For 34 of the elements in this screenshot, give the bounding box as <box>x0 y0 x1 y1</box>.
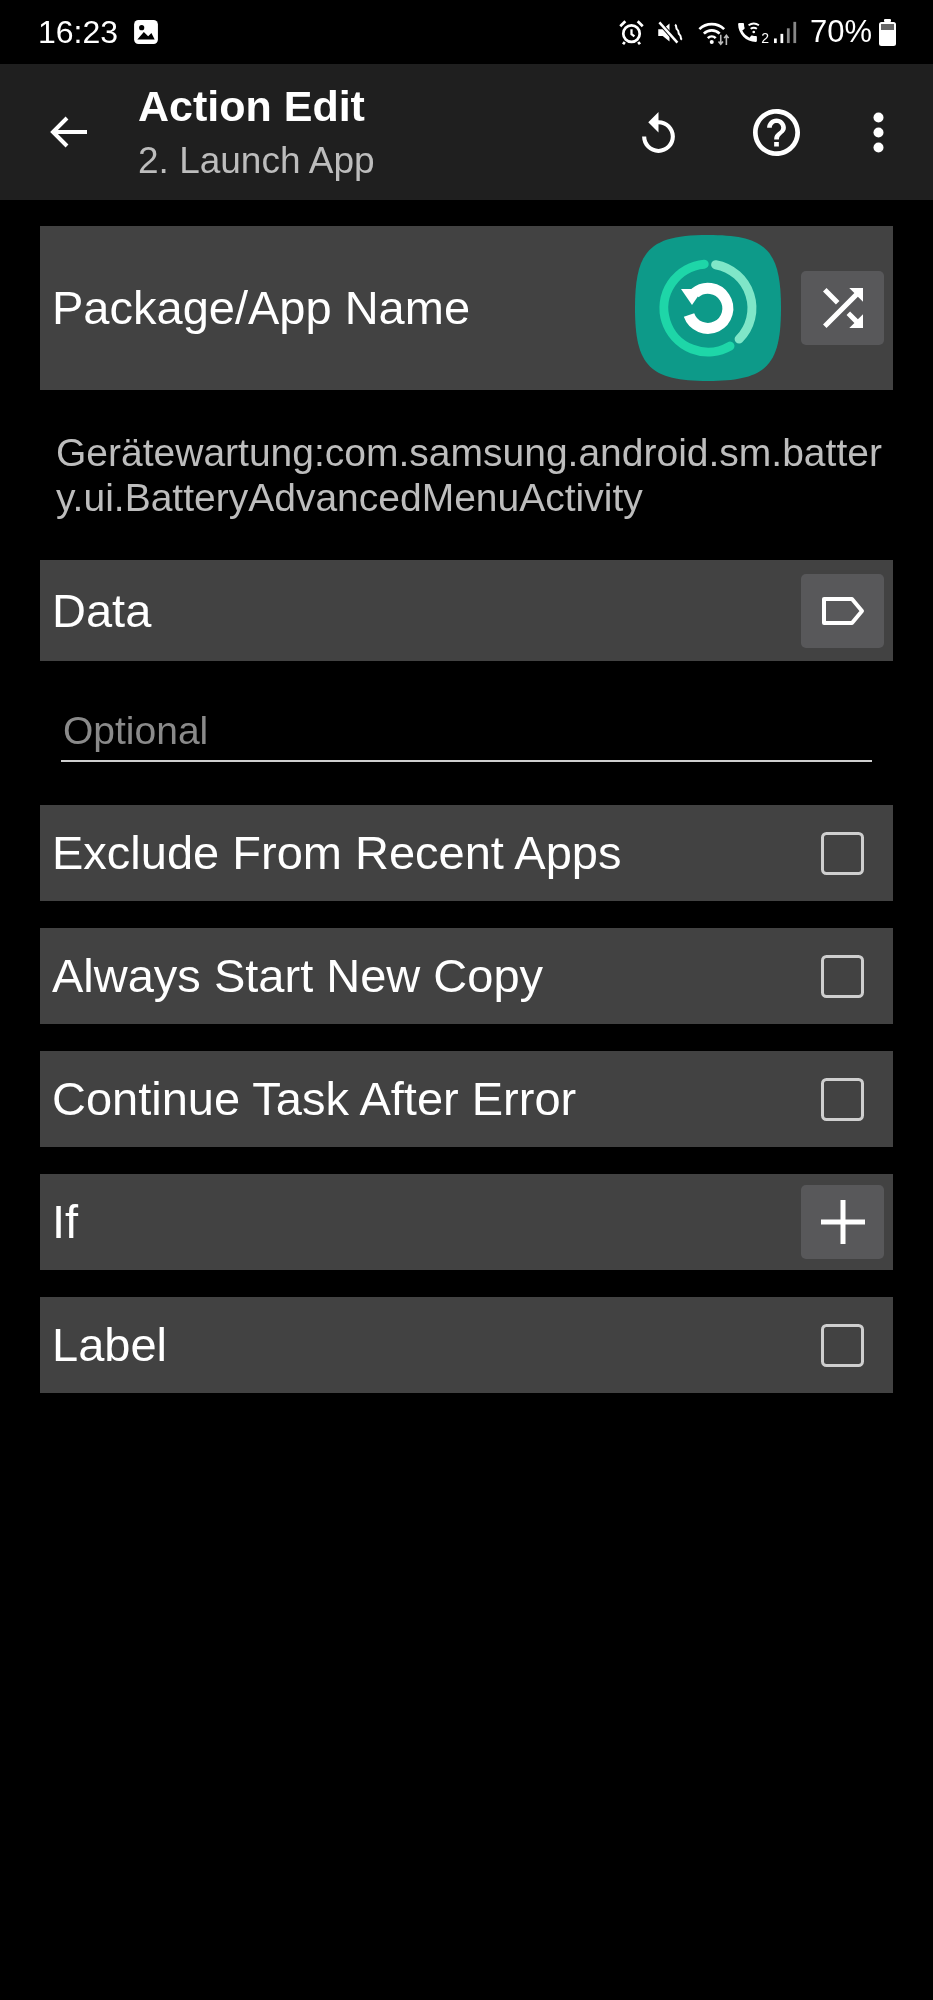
data-input-field[interactable]: Optional <box>61 702 872 762</box>
package-name-text: Gerätewartung:com.samsung.android.sm.battery.ui.BatteryAdvancedMenuActivity <box>56 430 883 520</box>
checkbox[interactable] <box>821 1323 864 1367</box>
image-icon <box>133 19 160 45</box>
checkbox[interactable] <box>821 954 864 998</box>
field-label: Package/App Name <box>52 280 472 336</box>
undo-icon[interactable] <box>642 111 675 153</box>
screen-subtitle: 2. Launch App <box>138 138 375 183</box>
shuffle-icon <box>822 288 863 328</box>
status-time: 16:23 <box>38 13 119 51</box>
alarm-clock-icon <box>618 18 646 46</box>
muted-speaker-icon <box>656 18 684 46</box>
sim-number: 2 <box>761 30 769 45</box>
field-label: Data <box>52 582 153 639</box>
menu-icon[interactable] <box>873 111 884 153</box>
back-arrow-icon[interactable] <box>48 115 89 149</box>
signal-bars-icon <box>772 20 799 44</box>
option-label: Continue Task After Error <box>52 1071 578 1127</box>
plus-icon <box>820 1200 865 1244</box>
help-icon[interactable] <box>753 108 800 156</box>
screen-title: Action Edit <box>138 81 366 130</box>
option-label: Always Start New Copy <box>52 948 545 1004</box>
battery-percent: 70% <box>809 13 872 51</box>
app-icon[interactable] <box>633 233 783 383</box>
battery-icon <box>878 18 897 46</box>
variable-button[interactable] <box>801 573 884 648</box>
tag-icon <box>820 595 865 626</box>
add-button[interactable] <box>801 1185 884 1259</box>
checkbox[interactable] <box>821 831 864 875</box>
shuffle-button[interactable] <box>801 271 884 345</box>
option-label: Exclude From Recent Apps <box>52 825 623 881</box>
option-label: Label <box>52 1317 168 1373</box>
checkbox[interactable] <box>821 1077 864 1121</box>
option-label: If <box>52 1194 80 1250</box>
